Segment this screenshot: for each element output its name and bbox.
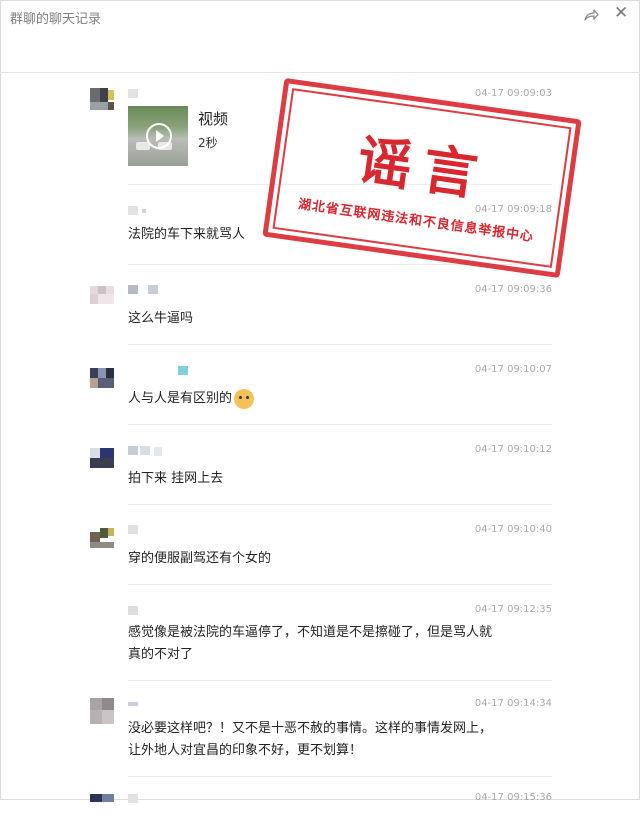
play-icon [146, 123, 172, 149]
message-divider [128, 776, 552, 777]
message-text: 人与人是有区别的 [128, 388, 528, 410]
avatar [90, 284, 122, 312]
video-label: 视频 [198, 110, 229, 128]
avatar [90, 88, 122, 116]
doge-emoji [234, 388, 255, 409]
close-icon[interactable]: ✕ [614, 4, 628, 22]
avatar [90, 698, 122, 726]
message-timestamp: 04-17 09:14:34 [474, 698, 552, 709]
message-divider [128, 680, 552, 681]
message-divider [128, 504, 552, 505]
message-timestamp: 04-17 09:10:12 [474, 444, 552, 455]
video-thumbnail[interactable] [128, 106, 188, 166]
message-timestamp: 04-17 09:10:07 [474, 364, 552, 375]
message-timestamp: 04-17 09:09:36 [474, 284, 552, 295]
message-timestamp: 04-17 09:10:40 [474, 524, 552, 535]
message-divider [128, 424, 552, 425]
message-text: 拍下来 挂网上去 [128, 471, 224, 486]
message-text: 感觉像是被法院的车逼停了，不知道是不是擦碰了，但是骂人就 真的不对了 [128, 625, 493, 662]
title-bar: 群聊的聊天记录 ✕ [0, 0, 640, 73]
window-title: 群聊的聊天记录 [10, 12, 102, 27]
message-text: 穿的便服副驾还有个女的 [128, 551, 272, 566]
share-icon[interactable] [582, 6, 600, 24]
message-text: 没必要这样吧？！又不是十恶不赦的事情。这样的事情发网上， 让外地人对宜昌的印象不… [128, 721, 493, 758]
video-duration: 2秒 [198, 136, 218, 150]
avatar [90, 444, 122, 472]
avatar [90, 792, 122, 820]
avatar [90, 364, 122, 392]
message-timestamp: 04-17 09:15:36 [474, 792, 552, 803]
message-text: 这么牛逼吗 [128, 311, 194, 326]
message-divider [128, 344, 552, 345]
avatar [90, 524, 122, 552]
message-divider [128, 584, 552, 585]
message-timestamp: 04-17 09:09:03 [474, 88, 552, 99]
message-timestamp: 04-17 09:12:35 [474, 604, 552, 615]
